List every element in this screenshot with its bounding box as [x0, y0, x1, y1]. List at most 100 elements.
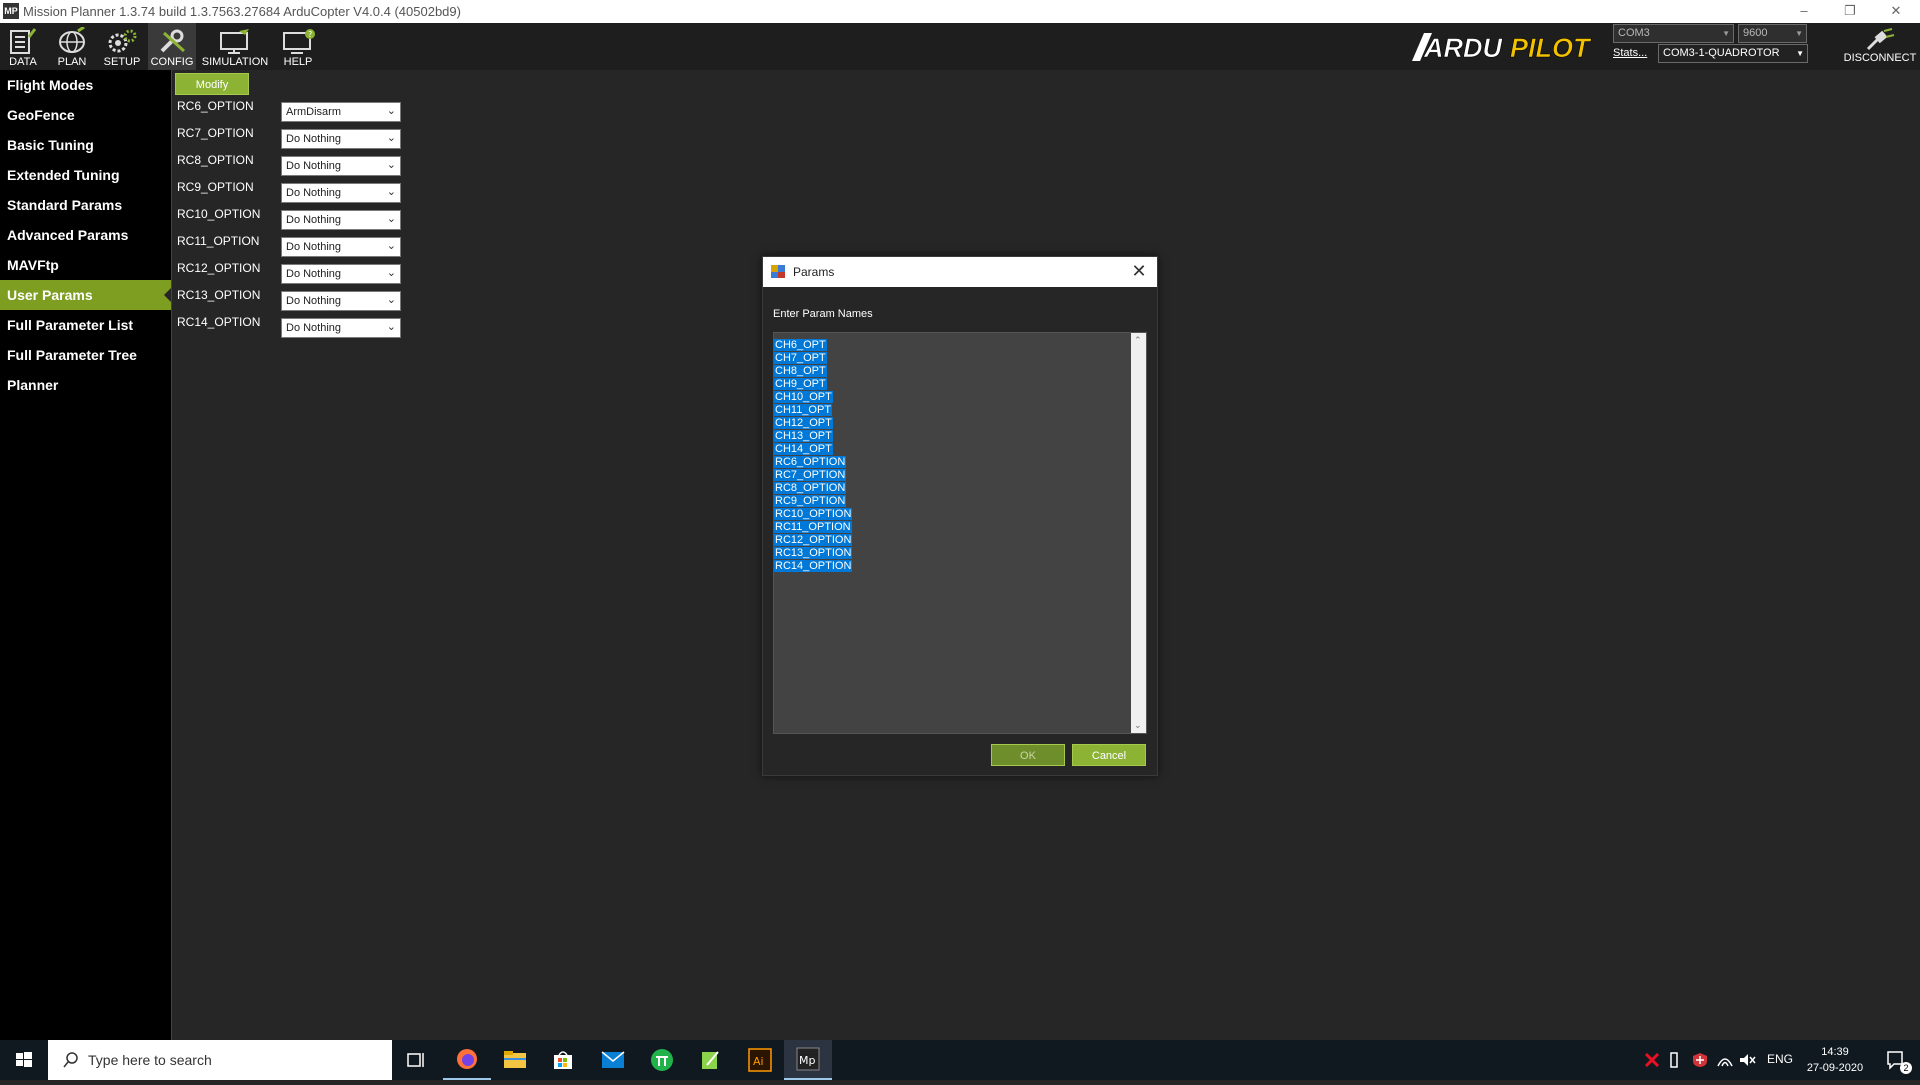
sidebar-item-user-params[interactable]: User Params [0, 280, 171, 310]
param-select-rc8[interactable]: Do Nothing ⌄ [281, 156, 401, 176]
illustrator-icon: Ai [748, 1048, 772, 1072]
baud-rate-select[interactable]: 9600 ▼ [1738, 24, 1807, 43]
param-select-rc7[interactable]: Do Nothing ⌄ [281, 129, 401, 149]
toolbar-setup-button[interactable]: SETUP [100, 23, 144, 70]
stats-link[interactable]: Stats... [1613, 47, 1647, 59]
restore-button[interactable]: ❐ [1827, 0, 1873, 23]
window-titlebar: MP Mission Planner 1.3.74 build 1.3.7563… [0, 0, 1920, 23]
toolbar-config-label: CONFIG [150, 56, 194, 68]
param-select-rc6[interactable]: ArmDisarm ⌄ [281, 102, 401, 122]
sidebar-item-full-parameter-list[interactable]: Full Parameter List [0, 310, 171, 340]
clock-time: 14:39 [1821, 1046, 1849, 1058]
task-view-button[interactable] [392, 1040, 440, 1080]
com-port-select[interactable]: COM3 ▼ [1613, 24, 1734, 43]
help-monitor-icon: ? [283, 29, 315, 54]
param-select-rc11[interactable]: Do Nothing ⌄ [281, 237, 401, 257]
security-shield-icon[interactable] [1692, 1052, 1708, 1068]
param-label-rc11: RC11_OPTION [177, 234, 260, 248]
textarea-line: CH11_OPT [774, 404, 833, 416]
textarea-line: RC11_OPTION [774, 521, 852, 533]
sidebar-item-planner[interactable]: Planner [0, 370, 171, 400]
sidebar-item-flight-modes[interactable]: Flight Modes [0, 70, 171, 100]
param-select-rc12[interactable]: Do Nothing ⌄ [281, 264, 401, 284]
param-value-rc14: Do Nothing [286, 322, 342, 334]
wrench-icon [160, 29, 186, 53]
toolbar-plan-button[interactable]: PLAN [52, 23, 92, 70]
disconnect-label: DISCONNECT [1843, 52, 1917, 64]
language-indicator[interactable]: ENG [1767, 1052, 1793, 1066]
wifi-icon[interactable] [1716, 1052, 1734, 1068]
disconnect-button[interactable]: DISCONNECT [1840, 23, 1920, 70]
sidebar-item-mavftp[interactable]: MAVFtp [0, 250, 171, 280]
sidebar-item-standard-params[interactable]: Standard Params [0, 190, 171, 220]
toolbar-help-button[interactable]: ? HELP [276, 23, 320, 70]
search-icon [63, 1052, 78, 1068]
textarea-line: CH8_OPT [774, 365, 827, 377]
network-error-icon[interactable] [1644, 1052, 1660, 1068]
connection-select[interactable]: COM3-1-QUADROTOR ▼ [1658, 44, 1808, 63]
store-icon [554, 1051, 572, 1069]
close-window-button[interactable]: ✕ [1873, 0, 1919, 23]
taskbar-store[interactable] [539, 1040, 587, 1080]
textarea-line: CH7_OPT [774, 352, 827, 364]
param-select-rc14[interactable]: Do Nothing ⌄ [281, 318, 401, 338]
svg-text:?: ? [308, 30, 312, 39]
toolbar-data-button[interactable]: DATA [3, 23, 43, 70]
cancel-button[interactable]: Cancel [1072, 744, 1146, 766]
textarea-line: CH6_OPT [774, 339, 827, 351]
param-select-rc10[interactable]: Do Nothing ⌄ [281, 210, 401, 230]
taskbar-notepad[interactable] [686, 1040, 734, 1080]
logo-text-pilot: PILOT [1510, 33, 1592, 63]
textarea-scrollbar[interactable]: ⌃ ⌄ [1131, 333, 1146, 733]
green-circle-app-icon [651, 1049, 673, 1071]
scroll-down-icon[interactable]: ⌄ [1134, 720, 1142, 731]
sidebar-item-advanced-params[interactable]: Advanced Params [0, 220, 171, 250]
start-button[interactable] [0, 1040, 48, 1080]
taskbar-firefox[interactable] [443, 1040, 491, 1080]
modify-button[interactable]: Modify [175, 73, 249, 95]
taskbar-clock[interactable]: 14:39 27-09-2020 [1800, 1044, 1870, 1076]
com-port-value: COM3 [1618, 27, 1650, 39]
dialog-close-button[interactable]: ✕ [1127, 260, 1151, 284]
mission-planner-app-icon: MP [3, 3, 19, 19]
param-select-rc9[interactable]: Do Nothing ⌄ [281, 183, 401, 203]
chevron-down-icon: ▼ [1796, 49, 1804, 58]
action-center-button[interactable]: 2 [1872, 1040, 1920, 1080]
sidebar-item-full-parameter-tree[interactable]: Full Parameter Tree [0, 340, 171, 370]
taskbar-app-green[interactable] [638, 1040, 686, 1080]
toolbar-config-button[interactable]: CONFIG [148, 23, 196, 70]
toolbar-simulation-button[interactable]: SIMULATION [201, 23, 269, 70]
dialog-app-icon [771, 265, 785, 278]
minimize-button[interactable]: – [1781, 0, 1827, 23]
connection-value: COM3-1-QUADROTOR [1663, 47, 1780, 59]
notification-icon [1887, 1051, 1903, 1070]
param-value-rc12: Do Nothing [286, 268, 342, 280]
volume-muted-icon[interactable] [1738, 1052, 1756, 1068]
param-label-rc13: RC13_OPTION [177, 288, 261, 302]
usb-device-icon[interactable] [1668, 1052, 1680, 1068]
ok-button[interactable]: OK [991, 744, 1065, 766]
taskbar-search-box[interactable]: Type here to search [48, 1040, 392, 1080]
taskbar-illustrator[interactable]: Ai [736, 1040, 784, 1080]
close-icon: ✕ [1131, 261, 1147, 281]
taskbar-mail[interactable] [589, 1040, 637, 1080]
sidebar-item-extended-tuning[interactable]: Extended Tuning [0, 160, 171, 190]
toolbar-setup-label: SETUP [103, 56, 141, 68]
param-names-label: Enter Param Names [773, 308, 873, 320]
textarea-line: RC14_OPTION [774, 560, 853, 572]
param-label-rc8: RC8_OPTION [177, 153, 254, 167]
sidebar-item-basic-tuning[interactable]: Basic Tuning [0, 130, 171, 160]
param-label-rc14: RC14_OPTION [177, 315, 261, 329]
folder-icon [504, 1051, 526, 1068]
param-names-textarea[interactable]: CH6_OPT CH7_OPT CH8_OPT CH9_OPT CH10_OPT… [773, 332, 1147, 734]
sidebar-divider [171, 70, 172, 1040]
toolbar-data-label: DATA [9, 56, 37, 68]
textarea-lines: CH6_OPT CH7_OPT CH8_OPT CH9_OPT CH10_OPT… [774, 339, 853, 573]
param-label-rc9: RC9_OPTION [177, 180, 254, 194]
sidebar-item-geofence[interactable]: GeoFence [0, 100, 171, 130]
scroll-up-icon[interactable]: ⌃ [1134, 335, 1142, 346]
param-select-rc13[interactable]: Do Nothing ⌄ [281, 291, 401, 311]
svg-text:Ai: Ai [753, 1055, 764, 1068]
taskbar-file-explorer[interactable] [491, 1040, 539, 1080]
taskbar-mission-planner[interactable]: Mp [784, 1040, 832, 1080]
